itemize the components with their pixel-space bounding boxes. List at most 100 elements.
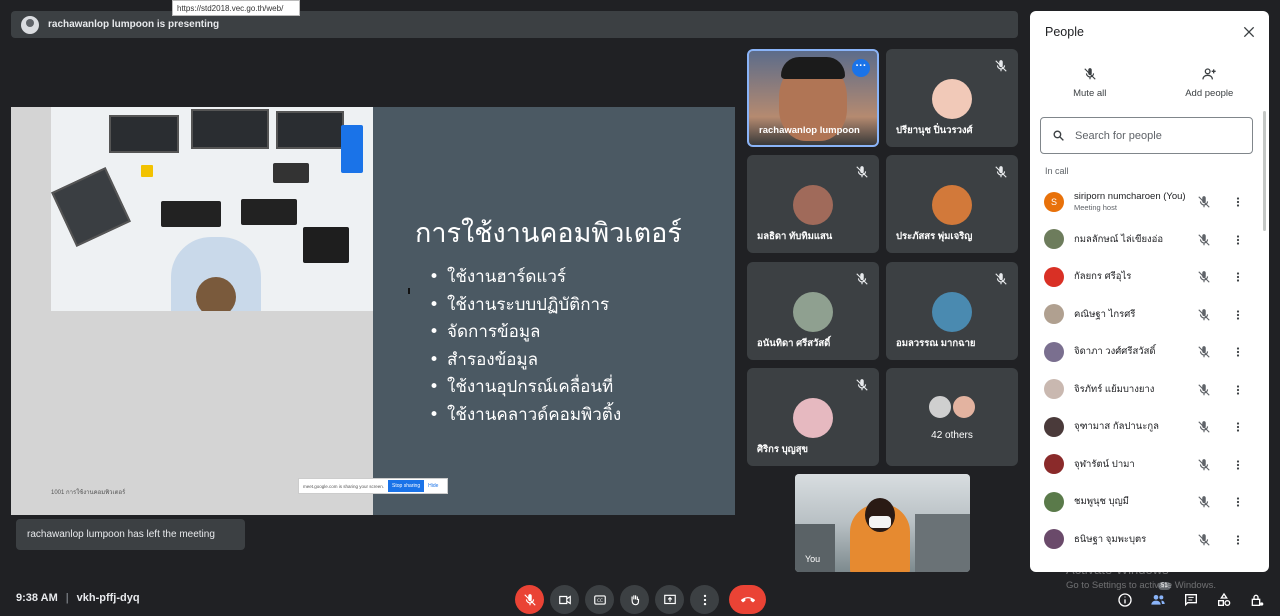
self-view-label: You (805, 554, 821, 564)
tile-name: มลธิดา ทับทิมแสน (757, 231, 833, 242)
more-vert-icon[interactable] (1232, 345, 1244, 359)
participant-row[interactable]: จิรภัทร์ แย้มบางยาง (1030, 371, 1269, 409)
slide-title: การใช้งานคอมพิวเตอร์ (415, 218, 682, 249)
activities-icon (1218, 592, 1231, 606)
participant-tile[interactable]: มลธิดา ทับทิมแสน (747, 155, 879, 253)
more-vert-icon[interactable] (1232, 495, 1244, 509)
search-icon (1053, 130, 1064, 141)
people-button[interactable]: 51 (1147, 582, 1171, 611)
activities-button[interactable] (1213, 589, 1235, 611)
side-controls: 51 (1114, 582, 1268, 611)
stop-sharing-button[interactable]: Stop sharing (388, 480, 425, 492)
slide-text-panel: การใช้งานคอมพิวเตอร์ ใช้งานฮาร์ดแวร์ ใช้… (373, 107, 735, 515)
present-icon (663, 594, 676, 604)
more-vert-icon[interactable] (1232, 533, 1244, 547)
avatar-initial: S (1050, 196, 1057, 207)
slide-bullets: ใช้งานฮาร์ดแวร์ ใช้งานระบบปฏิบัติการ จัด… (415, 264, 735, 429)
add-people-button[interactable]: Add people (1150, 66, 1270, 99)
slide-bullet: ใช้งานอุปกรณ์เคลื่อนที่ (429, 374, 735, 402)
add-people-label: Add people (1185, 88, 1234, 99)
info-icon (1118, 593, 1132, 607)
scrollbar[interactable] (1263, 111, 1266, 231)
meeting-details-button[interactable] (1114, 589, 1136, 611)
participant-avatar (932, 292, 972, 332)
participant-name: ธนิษฐา จุมพะบุตร (1074, 533, 1147, 545)
chat-icon (1185, 594, 1197, 607)
participant-row[interactable]: จิดาภา วงศ์ศรีสวัสดิ์ (1030, 333, 1269, 371)
search-input[interactable]: Search for people (1040, 117, 1253, 154)
meet-window: https://std2018.vec.go.th/web/ rachawanl… (0, 0, 1280, 616)
mic-off-icon (1198, 458, 1210, 471)
participant-row[interactable]: ธนิษฐา จุมพะบุตร (1030, 521, 1269, 559)
hide-button[interactable]: Hide (428, 483, 438, 489)
participant-tile[interactable]: ศิริกร บุญสุข (747, 368, 879, 466)
more-vert-icon[interactable] (1232, 270, 1244, 284)
more-vert-icon[interactable] (1232, 383, 1244, 397)
more-vert-icon[interactable] (1232, 195, 1244, 209)
more-vert-icon[interactable] (1232, 420, 1244, 434)
participant-row[interactable]: จุฑามาส กัลปานะกูล (1030, 408, 1269, 446)
close-icon[interactable] (1241, 24, 1257, 40)
slide-footer: 1001 การใช้งานคอมพิวเตอร์ (51, 490, 126, 496)
more-vert-icon[interactable] (1232, 308, 1244, 322)
svg-text:CC: CC (597, 597, 603, 602)
activate-windows-title: Activate Windows (1066, 562, 1169, 577)
participant-name: คณิษฐา ไกรศรี (1074, 308, 1136, 320)
participant-row[interactable]: กัลยกร ศรีอุไร (1030, 258, 1269, 296)
participant-avatar (932, 185, 972, 225)
mic-off-icon (1198, 421, 1210, 433)
meeting-code: vkh-pffj-dyq (76, 592, 140, 604)
mic-off-icon (856, 379, 868, 391)
tile-name: อมลวรรณ มากฉาย (896, 338, 976, 349)
mic-off-icon (1198, 346, 1210, 358)
tile-name: ศิริกร บุญสุข (757, 444, 809, 455)
more-vert-icon (703, 594, 706, 605)
mute-all-button[interactable]: Mute all (1030, 66, 1150, 99)
participant-name: ชมพูนุช บุญมี (1074, 496, 1129, 508)
mic-off-icon (1198, 308, 1210, 321)
more-vert-icon[interactable] (1232, 233, 1244, 247)
more-vert-icon[interactable] (1232, 458, 1244, 472)
slide-bullet: ใช้งานระบบปฏิบัติการ (429, 292, 735, 320)
presentation-slide[interactable]: 1001 การใช้งานคอมพิวเตอร์ การใช้งานคอมพิ… (11, 107, 735, 515)
participant-tile[interactable]: ประภัสสร พุ่มเจริญ (886, 155, 1018, 253)
participant-info: คณิษฐา ไกรศรี (1074, 307, 1209, 322)
chat-button[interactable] (1180, 589, 1202, 611)
participant-avatar (1044, 304, 1064, 325)
captions-button[interactable]: CC (585, 585, 614, 614)
more-options-button[interactable] (690, 585, 719, 614)
participant-avatar: S (1044, 191, 1064, 212)
mic-off-icon (995, 273, 1007, 285)
activate-windows-sub: Go to Settings to activate Windows. (1066, 580, 1216, 591)
participant-tile[interactable]: อนันทิดา ศรีสวัสดิ์ (747, 262, 879, 360)
in-call-heading: In call (1045, 166, 1069, 176)
mic-off-icon (1198, 271, 1210, 283)
participant-row[interactable]: กมลลักษณ์ ไล่เขียงอ่อ (1030, 221, 1269, 259)
tile-name: ประภัสสร พุ่มเจริญ (896, 231, 973, 242)
present-button[interactable] (655, 585, 684, 614)
lock-person-icon (1251, 594, 1264, 606)
participant-row[interactable]: S siriporn numcharoen (You) Meeting host (1030, 183, 1269, 221)
self-view[interactable]: You (795, 474, 970, 572)
participant-row[interactable]: คณิษฐา ไกรศรี (1030, 296, 1269, 334)
mic-toggle-button[interactable] (515, 585, 544, 614)
tile-name: rachawanlop lumpoon (759, 125, 860, 136)
participant-row[interactable]: ชมพูนุช บุญมี (1030, 483, 1269, 521)
leave-call-button[interactable] (729, 585, 766, 614)
host-controls-button[interactable] (1246, 589, 1268, 611)
participant-tile[interactable]: อมลวรรณ มากฉาย (886, 262, 1018, 360)
participant-row[interactable]: จุฬารัตน์ ปามา (1030, 446, 1269, 484)
mic-off-icon (995, 166, 1007, 178)
end-call-icon (740, 596, 755, 602)
mic-off-icon (1084, 68, 1096, 80)
people-icon (1151, 595, 1165, 605)
camera-toggle-button[interactable] (550, 585, 579, 614)
raise-hand-button[interactable] (620, 585, 649, 614)
more-options-icon[interactable]: ··· (852, 59, 870, 77)
participant-avatar (927, 394, 953, 420)
others-tile[interactable]: 42 others (886, 368, 1018, 466)
participant-tile[interactable]: ปรียานุช ปิ่นวรวงศ์ (886, 49, 1018, 147)
participant-name: siriporn numcharoen (You) (1074, 191, 1186, 203)
captions-icon: CC (593, 594, 606, 605)
participant-tile-presenter[interactable]: ··· rachawanlop lumpoon (747, 49, 879, 147)
